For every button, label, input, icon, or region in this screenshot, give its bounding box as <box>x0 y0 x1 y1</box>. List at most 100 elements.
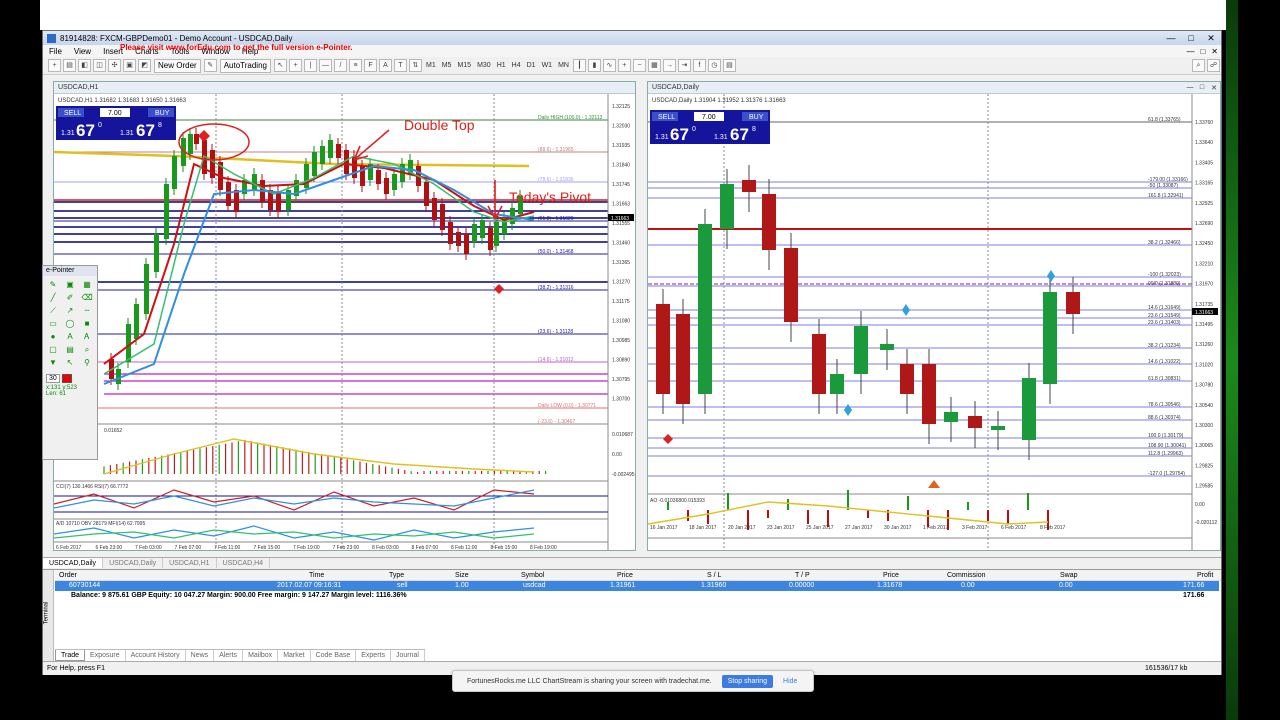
chart-close-button[interactable]: ✕ <box>1208 84 1220 92</box>
data-window-icon[interactable]: ◫ <box>93 59 106 72</box>
tab-journal[interactable]: Journal <box>391 650 425 661</box>
timeframe-m1[interactable]: M1 <box>423 62 439 69</box>
rectangle-icon[interactable]: ▭ <box>47 319 59 329</box>
chart-tab-usdcad-h1[interactable]: USDCAD,H1 <box>163 558 217 568</box>
auto-scroll-icon[interactable]: ⇥ <box>677 59 691 72</box>
dash-icon[interactable]: ╌ <box>81 306 93 316</box>
tab-exposure[interactable]: Exposure <box>85 650 126 661</box>
stamp-icon[interactable]: ▤ <box>64 345 76 355</box>
crosshair-icon[interactable]: + <box>288 59 302 72</box>
eraser-icon[interactable]: ⌫ <box>81 293 93 303</box>
pointer-icon[interactable]: ↖ <box>64 358 76 368</box>
stop-sharing-button[interactable]: Stop sharing <box>721 674 774 688</box>
mdi-minimize-button[interactable]: — <box>1183 47 1197 56</box>
tab-market[interactable]: Market <box>278 650 311 661</box>
text-style-icon[interactable]: Ꭺ <box>81 332 93 342</box>
col-time[interactable]: Time <box>309 570 324 581</box>
ellipse-icon[interactable]: ◯ <box>64 319 76 329</box>
navigator-icon[interactable]: ✣ <box>108 59 121 72</box>
new-chart-icon[interactable]: + <box>48 59 61 72</box>
menu-view[interactable]: View <box>68 47 97 56</box>
market-watch-icon[interactable]: ◧ <box>78 59 91 72</box>
chart-tab-usdcad-h4[interactable]: USDCAD,H4 <box>217 558 271 568</box>
mdi-restore-button[interactable]: □ <box>1197 47 1208 56</box>
h1-chart-canvas[interactable]: USDCAD,H1 1.31682 1.31683 1.31650 1.3166… <box>54 94 635 550</box>
timeframe-m15[interactable]: M15 <box>454 62 474 69</box>
cursor-icon[interactable]: ↖ <box>273 59 287 72</box>
hide-button[interactable]: Hide <box>783 678 797 685</box>
grid-icon[interactable]: ▦ <box>81 280 93 290</box>
label-icon[interactable]: T <box>393 59 407 72</box>
search-icon[interactable]: ⌕ <box>1192 59 1205 72</box>
menu-file[interactable]: File <box>43 47 68 56</box>
chart-minimize-button[interactable]: — <box>1184 84 1196 92</box>
minimize-button[interactable]: — <box>1161 32 1181 44</box>
line-icon[interactable]: ╱ <box>47 293 59 303</box>
templates-icon[interactable]: ▤ <box>722 59 736 72</box>
col-order[interactable]: Order <box>59 570 77 581</box>
tab-code-base[interactable]: Code Base <box>311 650 357 661</box>
col-commission[interactable]: Commission <box>947 570 986 581</box>
text-icon[interactable]: A <box>378 59 392 72</box>
zoom-tool-icon[interactable]: ⌕ <box>81 345 93 355</box>
brush-icon[interactable]: ✐ <box>64 293 76 303</box>
close-button[interactable]: ✕ <box>1201 32 1221 44</box>
tab-trade[interactable]: Trade <box>55 650 86 661</box>
arrows-icon[interactable]: ⇅ <box>408 59 422 72</box>
filled-rect-icon[interactable]: ■ <box>81 319 93 329</box>
pencil-icon[interactable]: ✎ <box>47 280 59 290</box>
new-order-button[interactable]: New Order <box>154 58 201 73</box>
chart-window-daily[interactable]: USDCAD,Daily — □ ✕ USDCAD,Daily 1.31904 … <box>647 81 1221 551</box>
col-size[interactable]: Size <box>455 570 469 581</box>
channel-icon[interactable]: ≡ <box>348 59 362 72</box>
autotrading-button[interactable]: AutoTrading <box>219 58 271 73</box>
chart-maximize-button[interactable]: □ <box>1196 84 1208 92</box>
bar-chart-icon[interactable]: ┃ <box>572 59 586 72</box>
line-chart-icon[interactable]: ∿ <box>602 59 616 72</box>
zoom-in-icon[interactable]: + <box>617 59 631 72</box>
col-profit[interactable]: Profit <box>1197 570 1213 581</box>
maximize-button[interactable]: □ <box>1181 32 1201 44</box>
col-cur-price[interactable]: Price <box>883 570 899 581</box>
periods-icon[interactable]: ◷ <box>707 59 721 72</box>
col-symbol[interactable]: Symbol <box>521 570 544 581</box>
daily-chart-canvas[interactable]: USDCAD,Daily 1.31904 1.31952 1.31376 1.3… <box>648 94 1220 550</box>
timeframe-mn[interactable]: MN <box>555 62 572 69</box>
arrow-line-icon[interactable]: ↗ <box>64 306 76 316</box>
segment-icon[interactable]: ⟋ <box>47 306 59 316</box>
order-row[interactable]: 60730144 2017.02.07 09:16:31 sell 1.00 u… <box>55 581 1219 591</box>
tab-news[interactable]: News <box>186 650 215 661</box>
indicators-icon[interactable]: f <box>692 59 706 72</box>
candlestick-icon[interactable]: ▮ <box>587 59 601 72</box>
col-swap[interactable]: Swap <box>1060 570 1078 581</box>
tester-icon[interactable]: ◩ <box>138 59 151 72</box>
frame-icon[interactable]: ▢ <box>47 345 59 355</box>
col-tp[interactable]: T / P <box>795 570 810 581</box>
tab-mailbox[interactable]: Mailbox <box>243 650 279 661</box>
timeframe-w1[interactable]: W1 <box>539 62 556 69</box>
brush-size[interactable]: 30 <box>46 374 60 383</box>
zoom-out-icon[interactable]: − <box>632 59 646 72</box>
chart-tab-usdcad-daily[interactable]: USDCAD,Daily <box>43 558 104 568</box>
filled-ellipse-icon[interactable]: ● <box>47 332 59 342</box>
trendline-icon[interactable]: / <box>333 59 347 72</box>
tile-windows-icon[interactable]: ▦ <box>647 59 661 72</box>
col-sl[interactable]: S / L <box>707 570 721 581</box>
color-swatch[interactable] <box>61 374 72 383</box>
timeframe-d1[interactable]: D1 <box>524 62 539 69</box>
col-type[interactable]: Type <box>389 570 404 581</box>
mdi-close-button[interactable]: ✕ <box>1208 47 1221 56</box>
community-icon[interactable]: ☍ <box>1207 59 1220 72</box>
tab-account-history[interactable]: Account History <box>126 650 186 661</box>
vertical-line-icon[interactable]: | <box>303 59 317 72</box>
text-tool-icon[interactable]: A <box>64 332 76 342</box>
timeframe-h4[interactable]: H4 <box>509 62 524 69</box>
col-price[interactable]: Price <box>617 570 633 581</box>
terminal-icon[interactable]: ▣ <box>123 59 136 72</box>
tab-experts[interactable]: Experts <box>356 650 391 661</box>
chart-tab-usdcad-daily-2[interactable]: USDCAD,Daily <box>103 558 164 568</box>
chart-shift-icon[interactable]: → <box>662 59 676 72</box>
profiles-icon[interactable]: ▤ <box>63 59 76 72</box>
chart-window-h1[interactable]: USDCAD,H1 USDCAD,H1 1.31682 1.31683 1.31… <box>53 81 636 551</box>
fill-icon[interactable]: ▼ <box>47 358 59 368</box>
